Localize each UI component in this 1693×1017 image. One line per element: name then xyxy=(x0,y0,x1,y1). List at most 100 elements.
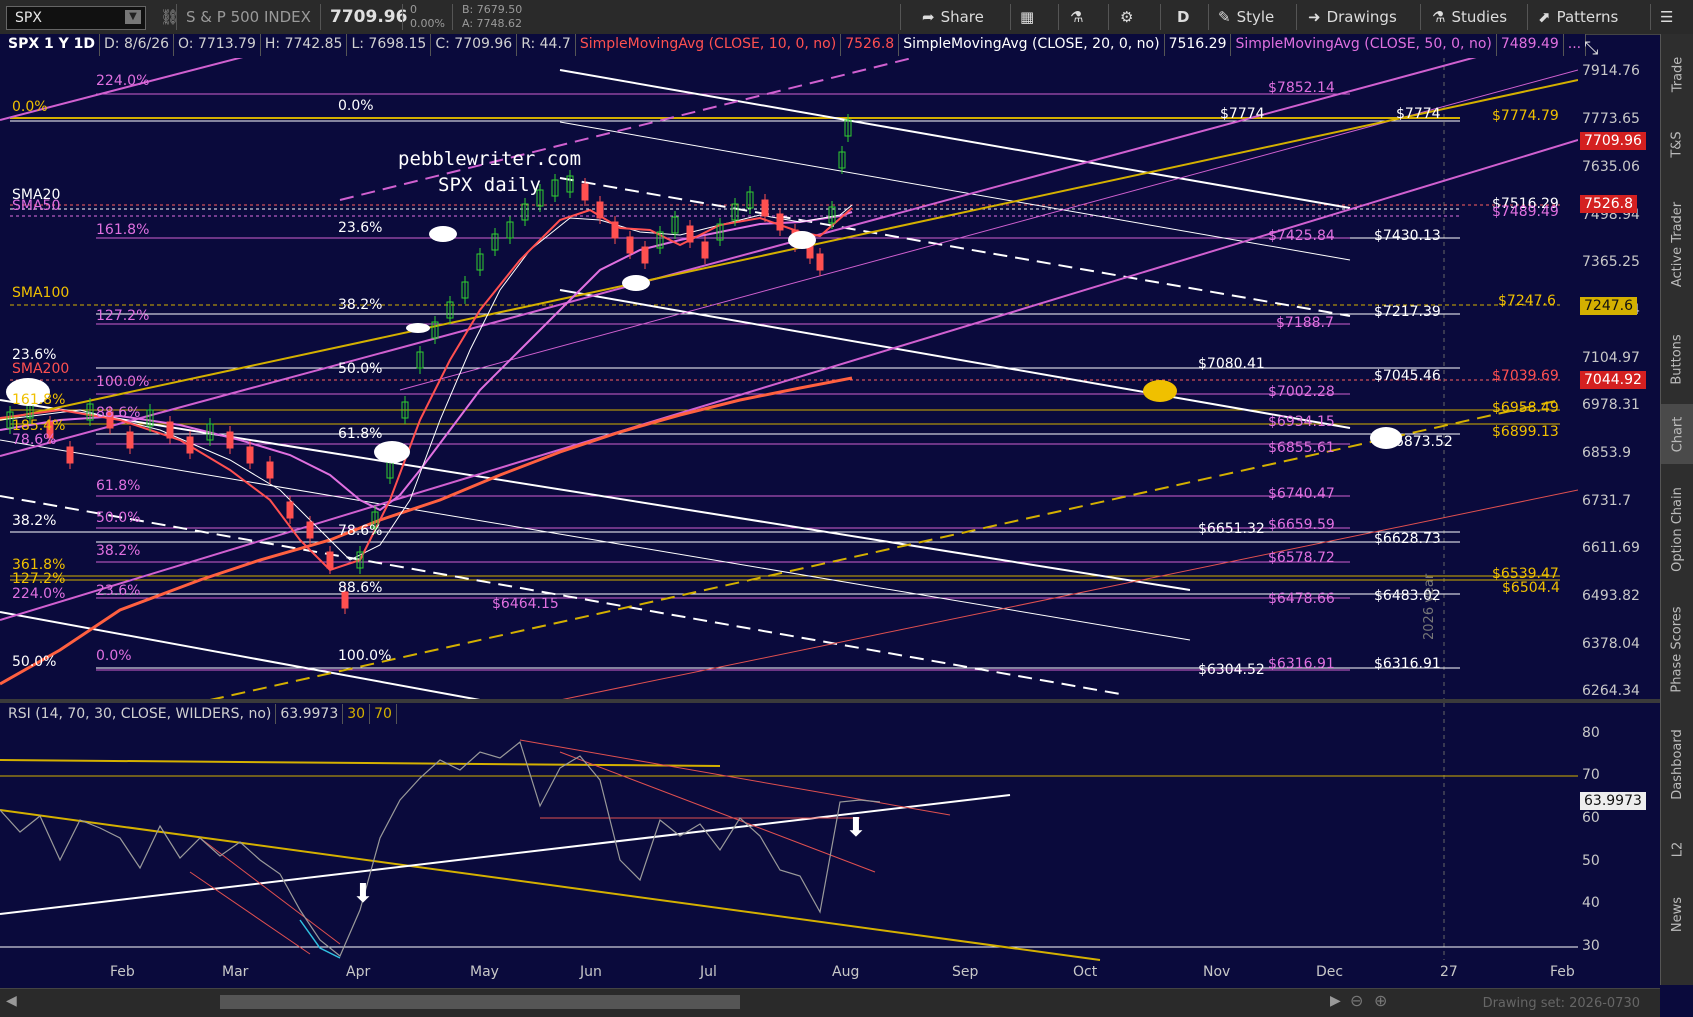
price-level-label: $6659.59 xyxy=(1268,517,1335,533)
price-level-label: $6873.52 xyxy=(1386,434,1453,450)
price-level-label: $6304.52 xyxy=(1198,662,1265,678)
info-low: L: 7698.15 xyxy=(347,34,432,56)
rsi-chart[interactable]: ⬇ ⬇ xyxy=(0,703,1660,961)
side-tab-trade[interactable]: Trade xyxy=(1661,34,1693,114)
fib-level-label: 61.8% xyxy=(338,426,383,442)
rsi-tick: 70 xyxy=(1582,767,1600,783)
side-tab-chart[interactable]: Chart xyxy=(1661,404,1693,464)
scroll-right-icon[interactable]: ▶ xyxy=(1330,993,1341,1009)
menu-icon[interactable]: ☰ xyxy=(1660,0,1673,34)
fib-level-label: 61.8% xyxy=(96,478,141,494)
fib-level-label: SMA50 xyxy=(12,198,61,214)
studies-button[interactable]: ⚗ Studies xyxy=(1432,0,1507,34)
sma10-value: 7526.8 xyxy=(841,34,900,56)
price-level-label: $6899.13 xyxy=(1492,424,1559,440)
price-level-label: $7489.49 xyxy=(1492,204,1559,220)
month-label: Feb xyxy=(1550,964,1575,980)
candle-body xyxy=(126,431,134,449)
candle-body xyxy=(596,201,604,219)
candle-body xyxy=(306,521,314,539)
last-price: 7709.96 xyxy=(330,7,408,27)
candle-body xyxy=(626,236,634,254)
month-label: Dec xyxy=(1316,964,1344,980)
side-tab-label: Option Chain xyxy=(1670,486,1685,572)
price-level-label: $7430.13 xyxy=(1374,228,1441,244)
side-tab-dashboard[interactable]: Dashboard xyxy=(1661,704,1693,824)
rsi-level-low: 30 xyxy=(343,704,371,724)
price-tick: 6378.04 xyxy=(1582,636,1640,652)
candle-body xyxy=(641,246,649,264)
price-level-label: $7852.14 xyxy=(1268,80,1335,96)
side-tab-option-chain[interactable]: Option Chain xyxy=(1661,464,1693,594)
right-tab-strip: Trade T&S Active Trader Buttons Chart Option … xyxy=(1660,34,1693,985)
price-tick: 7635.06 xyxy=(1582,159,1640,175)
fib-level-label: 224.0% xyxy=(12,586,66,602)
price-tag: 7247.6 xyxy=(1580,297,1637,315)
watermark-line-1: pebblewriter.com xyxy=(398,148,582,170)
fib-level-label: 0.0% xyxy=(12,99,48,115)
drawings-button[interactable]: ➜ Drawings xyxy=(1308,0,1397,34)
rsi-label[interactable]: RSI (14, 70, 30, CLOSE, WILDERS, no) xyxy=(4,704,277,724)
side-tab-label: L2 xyxy=(1669,841,1685,857)
info-close: C: 7709.96 xyxy=(431,34,518,56)
price-level-label: $6934.15 xyxy=(1268,414,1335,430)
interval-button[interactable]: D xyxy=(1177,0,1189,34)
rsi-tick: 50 xyxy=(1582,853,1600,869)
sma50-label[interactable]: SimpleMovingAvg (CLOSE, 50, 0, no) xyxy=(1231,34,1497,56)
scroll-thumb[interactable] xyxy=(220,995,740,1009)
share-icon: ➦ xyxy=(922,8,935,26)
month-label: Sep xyxy=(952,964,979,980)
price-chart[interactable] xyxy=(0,34,1578,701)
price-level-label: $6316.91 xyxy=(1268,656,1335,672)
side-tab-l2[interactable]: L2 xyxy=(1661,824,1693,874)
price-level-label: $6464.15 xyxy=(492,596,559,612)
studies-label: Studies xyxy=(1451,8,1508,26)
symbol-description: S & P 500 INDEX xyxy=(186,8,311,26)
zoom-out-icon[interactable]: ⊖ xyxy=(1350,991,1363,1010)
side-tab-active-trader[interactable]: Active Trader xyxy=(1661,174,1693,314)
zoom-in-icon[interactable]: ⊕ xyxy=(1374,991,1387,1010)
share-button[interactable]: ➦ Share xyxy=(922,0,984,34)
candle-body xyxy=(66,446,74,464)
patterns-button[interactable]: ⬈ Patterns xyxy=(1538,0,1618,34)
sma10-label[interactable]: SimpleMovingAvg (CLOSE, 10, 0, no) xyxy=(576,34,842,56)
symbol-input[interactable]: SPX ▼ xyxy=(6,6,146,30)
price-tag: 7526.8 xyxy=(1580,195,1637,213)
side-tab-news[interactable]: News xyxy=(1661,874,1693,954)
grid-icon[interactable]: ▦ xyxy=(1020,0,1034,34)
price-level-label: $6628.73 xyxy=(1374,531,1441,547)
info-open: O: 7713.79 xyxy=(174,34,261,56)
price-level-label: $7217.39 xyxy=(1374,304,1441,320)
candle-body xyxy=(761,199,769,217)
rsi-tick: 40 xyxy=(1582,895,1600,911)
side-tab-phase-scores[interactable]: Phase Scores xyxy=(1661,594,1693,704)
candle-body xyxy=(186,436,194,454)
rsi-tick: 30 xyxy=(1582,938,1600,954)
price-tick: 6264.34 xyxy=(1582,683,1640,699)
flask-icon[interactable]: ⚗ xyxy=(1070,0,1083,34)
price-tick: 6493.82 xyxy=(1582,588,1640,604)
sma20-value: 7516.29 xyxy=(1165,34,1232,56)
side-tab-buttons[interactable]: Buttons xyxy=(1661,314,1693,404)
chevron-down-icon[interactable]: ▼ xyxy=(125,10,141,24)
symbol-text: SPX xyxy=(15,10,42,26)
style-button[interactable]: ✎ Style xyxy=(1218,0,1274,34)
watermark-text: pebblewriter.com SPX daily xyxy=(398,146,581,198)
price-tick: 6853.9 xyxy=(1582,445,1631,461)
side-tab-t-s[interactable]: T&S xyxy=(1661,114,1693,174)
scroll-left-icon[interactable]: ◀ xyxy=(6,993,17,1009)
price-tick: 7365.25 xyxy=(1582,254,1640,270)
gear-icon[interactable]: ⚙ xyxy=(1120,0,1133,34)
side-tab-label: News xyxy=(1670,896,1686,932)
chart-info-bar: SPX 1 Y 1D D: 8/6/26 O: 7713.79 H: 7742.… xyxy=(4,34,1587,56)
price-level-label: $7774.79 xyxy=(1492,108,1559,124)
sma20-label[interactable]: SimpleMovingAvg (CLOSE, 20, 0, no) xyxy=(899,34,1165,56)
drawings-label: Drawings xyxy=(1326,8,1397,26)
candle-body xyxy=(246,446,254,464)
candle-body xyxy=(166,421,174,439)
price-level-label: $6504.4 xyxy=(1502,580,1560,596)
price-level-label: $7080.41 xyxy=(1198,356,1265,372)
chart-scrollbar[interactable]: ◀ ▶ ⊖ ⊕ Drawing set: 2026-0730 xyxy=(0,988,1660,1017)
fib-level-label: 50.0% xyxy=(338,361,383,377)
price-level-label: $6578.72 xyxy=(1268,550,1335,566)
